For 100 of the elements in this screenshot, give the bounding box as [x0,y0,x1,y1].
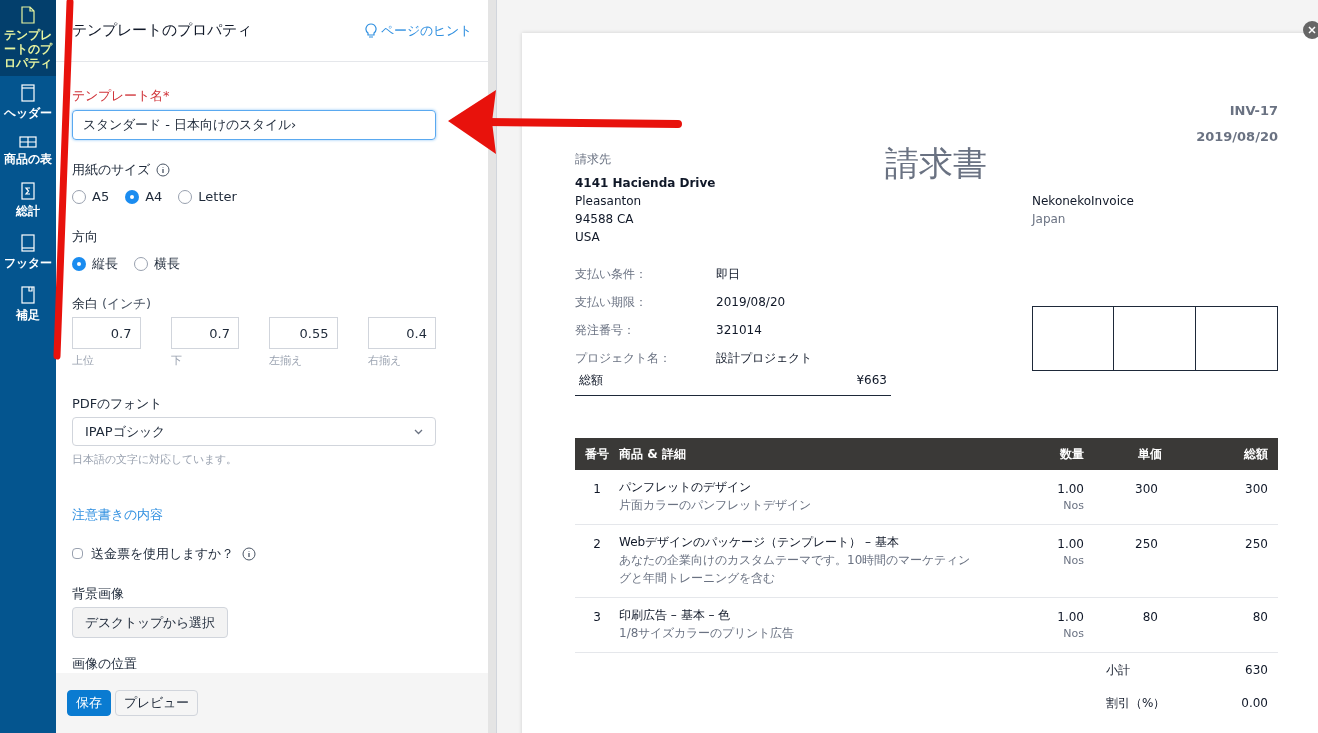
header-icon [21,84,35,102]
help-text: 日本語の文字に対応しています。 [72,452,238,469]
summary-label: 小計 [1106,661,1131,679]
item-description: 1/8サイズカラーのプリント広告 [619,625,796,642]
field-label: 方向 [72,227,99,246]
margin-field[interactable]: 0.7 [72,317,141,350]
info-icon[interactable] [242,546,256,561]
field-label: 画像の位置 [72,654,138,673]
radio-label: 横長 [154,255,180,274]
close-icon [1308,26,1316,34]
save-button[interactable]: 保存 [67,690,111,716]
column-header: 単価 [1084,438,1162,470]
detail-value: 321014 [716,322,762,339]
radio-button[interactable] [178,190,193,205]
margin-field[interactable]: 0.4 [367,317,436,350]
field-caption: 下 [170,353,183,370]
company-country: Japan [1032,211,1067,228]
sidebar-item[interactable]: 補足 [0,278,56,330]
sidebar-item[interactable]: テンプレートのプロパティ [0,0,56,76]
sigma-icon [21,182,35,200]
hint-link[interactable]: ページのヒント [365,20,472,41]
field-label: 用紙のサイズ [72,160,150,179]
address-line: Pleasanton [575,193,643,210]
quantity: 1.00 [1056,536,1084,553]
radio-label: A5 [92,188,110,207]
sidebar-item[interactable]: ヘッダー [0,76,56,128]
quantity: 1.00 [1056,609,1084,626]
field-label: 背景画像 [72,584,125,603]
column-header: 商品 & 詳細 [615,438,1004,470]
item-description: あなたの企業向けのカスタムテーマです。10時間のマーケティングと年間トレーニングを含む [619,552,972,587]
field-caption: 上位 [72,353,95,370]
table-cell: 300 [1084,470,1162,525]
margin-field[interactable]: 0.55 [269,317,338,350]
table-cell: 250 [1084,524,1162,598]
unit-label: (インチ) [102,294,152,313]
table-cell: 300 [1162,470,1278,525]
field-label: PDFのフォント [72,394,164,413]
detail-value: 設計プロジェクト [716,350,812,367]
table-cell: 80 [1084,597,1162,653]
radio-button[interactable] [125,190,140,205]
chevron-down-icon [414,428,423,435]
detail-value: 2019/08/20 [716,294,786,311]
radio-label: 縦長 [92,255,118,274]
address-line: 4141 Hacienda Drive [575,175,717,192]
column-header: 総額 [1162,438,1278,470]
footer-icon [21,234,35,252]
bill-to-label: 請求先 [575,151,612,168]
margin-field[interactable]: 0.7 [170,317,239,350]
notes-link[interactable]: 注意書きの内容 [72,504,436,525]
choose-file-button[interactable]: デスクトップから選択 [72,607,228,638]
radio-button[interactable] [72,190,86,205]
sidebar-item[interactable]: 総計 [0,174,56,226]
radio-label: Letter [198,188,237,207]
unit: Nos [1062,626,1084,642]
table-cell: 1 [575,470,615,525]
checkbox[interactable] [72,548,83,560]
radio-button[interactable] [134,257,148,272]
detail-value: 即日 [716,266,740,283]
item-name: 印刷広告 – 基本 – 色 [619,607,732,624]
item-name: Webデザインのパッケージ（テンプレート） – 基本 [619,534,900,551]
info-icon[interactable] [156,162,170,177]
table-cell: 80 [1162,597,1278,653]
table-cell: 250 [1162,524,1278,598]
address-line: USA [575,229,601,246]
radio-label: A4 [145,188,163,207]
item-name: パンフレットのデザイン [619,479,752,496]
unit: Nos [1062,553,1084,569]
column-header: 数量 [1004,438,1084,470]
total-label: 総額 [579,372,603,389]
document-icon [21,6,35,24]
sidebar-item[interactable]: フッター [0,226,56,278]
detail-label: 支払い条件： [575,266,648,283]
field-caption: 左揃え [269,353,303,370]
table-icon [19,136,37,148]
sidebar-item[interactable]: 商品の表 [0,128,56,174]
detail-label: 支払い期限： [575,294,648,311]
field-label: テンプレート名* [72,87,171,105]
invoice-title: 請求書 [885,146,987,180]
radio-button[interactable] [72,257,86,272]
company-name: NekonekoInvoice [1032,193,1135,210]
table-cell: 2 [575,524,615,598]
invoice-date: 2019/08/20 [1196,128,1278,146]
table-cell: 3 [575,597,615,653]
field-label: 余白 [72,294,98,313]
font-dropdown[interactable]: IPAPゴシック [72,417,436,447]
address-line: 94588 CA [575,211,635,228]
summary-value: 630 [1244,661,1269,679]
summary-value: 0.00 [1240,694,1269,712]
detail-label: プロジェクト名： [575,350,672,367]
invoice-number: INV-17 [1229,102,1278,120]
preview-button[interactable]: プレビュー [115,690,198,716]
column-header: 番号 [575,438,615,470]
template-name-field[interactable]: スタンダード - 日本向けのスタイル› [72,109,436,140]
scrollbar[interactable] [488,0,497,733]
lightbulb-icon [365,22,377,39]
total-value: ¥663 [856,372,887,389]
close-button[interactable] [1303,21,1318,39]
detail-label: 発注番号： [575,322,636,339]
item-description: 片面カラーのパンフレットデザイン [619,497,812,514]
quantity: 1.00 [1056,481,1084,498]
